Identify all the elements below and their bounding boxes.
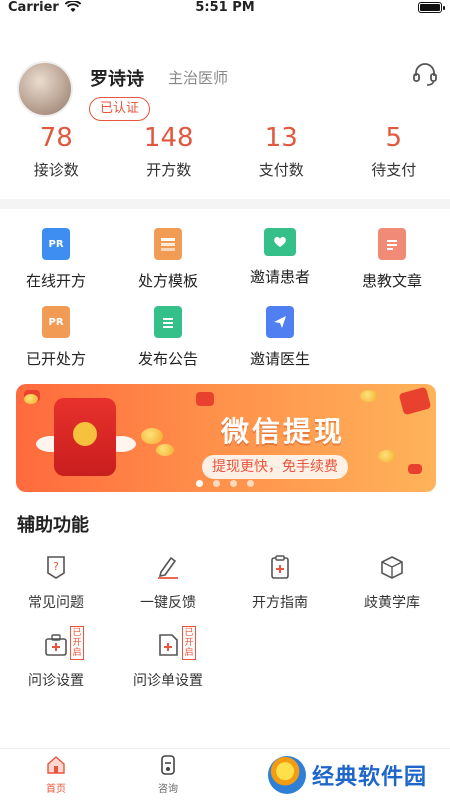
coin-decoration: [378, 450, 396, 462]
carousel-indicator: [196, 480, 254, 487]
stat-value: 5: [385, 123, 403, 153]
carousel-dot[interactable]: [247, 480, 254, 487]
watermark-logo-icon: [268, 756, 306, 794]
stat-value: 78: [39, 123, 73, 153]
feature-online-prescription[interactable]: PR 在线开方: [0, 228, 112, 291]
form-settings-icon: [159, 634, 178, 656]
stat-label: 待支付: [371, 161, 417, 179]
faq-icon: ?: [47, 556, 65, 579]
svg-text:?: ?: [53, 560, 59, 573]
red-envelope-decoration: [398, 386, 432, 416]
red-packet-illustration: [54, 398, 116, 476]
avatar[interactable]: [17, 61, 73, 117]
library-icon: [381, 556, 403, 579]
tool-label: 开方指南: [252, 595, 308, 611]
doctor-title: 主治医师: [168, 69, 229, 87]
feature-invite-patient[interactable]: 邀请患者: [224, 228, 336, 291]
feature-grid-row-1: PR 在线开方 处方模板 邀请患者 患教文章: [0, 228, 450, 291]
tab-home[interactable]: 首页: [0, 749, 112, 800]
wifi-icon: [64, 1, 81, 12]
tool-form-settings[interactable]: 已开启 问诊单设置: [112, 626, 224, 690]
feature-label: 处方模板: [137, 272, 198, 290]
prescription-icon: PR: [42, 228, 70, 260]
feature-invite-doctor[interactable]: 邀请医生: [224, 306, 336, 369]
tool-feedback[interactable]: 一键反馈: [112, 554, 224, 612]
tool-consult-settings[interactable]: 已开启 问诊设置: [0, 626, 112, 690]
tab-label: 首页: [46, 784, 66, 795]
stat-value: 13: [264, 123, 298, 153]
withdraw-banner[interactable]: 微信提现 提现更快，免手续费: [16, 384, 436, 492]
doctor-name: 罗诗诗: [90, 69, 144, 90]
profile-header: 罗诗诗 主治医师 已认证: [0, 14, 450, 124]
carousel-dot[interactable]: [213, 480, 220, 487]
verified-badge: 已认证: [89, 97, 151, 121]
home-icon: [47, 756, 65, 774]
feature-publish-announcement[interactable]: 发布公告: [112, 306, 224, 369]
red-envelope-decoration: [408, 464, 422, 474]
feature-prescription-template[interactable]: 处方模板: [112, 228, 224, 291]
tool-label: 歧黄学库: [364, 595, 420, 611]
announcement-icon: [154, 306, 182, 338]
enabled-tag: 已开启: [70, 626, 84, 660]
stat-payments[interactable]: 13 支付数: [225, 123, 338, 180]
consult-icon: [161, 755, 175, 775]
banner-subtitle: 提现更快，免手续费: [202, 455, 348, 479]
guide-icon: [271, 555, 289, 579]
watermark-text: 经典软件园: [312, 765, 428, 790]
article-icon: [378, 228, 406, 260]
feedback-icon: [158, 556, 178, 579]
carrier-label: Carrier: [8, 0, 59, 15]
stat-prescriptions[interactable]: 148 开方数: [113, 123, 226, 180]
tool-prescription-guide[interactable]: 开方指南: [224, 554, 336, 612]
feature-patient-education[interactable]: 患教文章: [336, 228, 448, 291]
invite-patient-icon: [264, 228, 296, 256]
feature-label: 在线开方: [25, 272, 86, 290]
feature-label: 已开处方: [25, 350, 86, 368]
watermark: 经典软件园: [268, 756, 427, 794]
tool-faq[interactable]: ? 常见问题: [0, 554, 112, 612]
issued-prescription-icon: PR: [42, 306, 70, 338]
carousel-dot[interactable]: [230, 480, 237, 487]
tool-label: 问诊单设置: [133, 673, 203, 689]
feature-grid-row-2: PR 已开处方 发布公告 邀请医生: [0, 306, 450, 369]
red-envelope-decoration: [196, 392, 214, 406]
stat-label: 开方数: [146, 161, 192, 179]
enabled-tag: 已开启: [182, 626, 196, 660]
feature-label: 患教文章: [361, 272, 422, 290]
headset-icon[interactable]: [412, 61, 438, 87]
stat-consultations[interactable]: 78 接诊数: [0, 123, 113, 180]
tab-consult[interactable]: 咨询: [112, 749, 224, 800]
tool-label: 常见问题: [28, 595, 84, 611]
tool-label: 一键反馈: [140, 595, 196, 611]
tool-library[interactable]: 歧黄学库: [336, 554, 448, 612]
consult-settings-icon: [45, 634, 67, 656]
carousel-dot[interactable]: [196, 480, 203, 487]
template-icon: [154, 228, 182, 260]
aux-section-title: 辅助功能: [17, 515, 89, 536]
feature-label: 邀请患者: [249, 268, 310, 286]
stat-pending-payments[interactable]: 5 待支付: [338, 123, 450, 180]
tool-grid-row-1: ? 常见问题 一键反馈 开方指南 歧黄学库: [0, 554, 450, 612]
status-left: Carrier: [8, 0, 81, 15]
feature-issued-prescriptions[interactable]: PR 已开处方: [0, 306, 112, 369]
coin-decoration: [141, 428, 163, 444]
tool-grid-row-2: 已开启 问诊设置 已开启 问诊单设置: [0, 626, 450, 690]
stats-row: 78 接诊数 148 开方数 13 支付数 5 待支付: [0, 123, 450, 180]
tool-label: 问诊设置: [28, 673, 84, 689]
feature-label: 发布公告: [137, 350, 198, 368]
coin-decoration: [24, 394, 38, 404]
stat-value: 148: [143, 123, 194, 153]
stat-label: 支付数: [258, 161, 304, 179]
coin-decoration: [156, 444, 174, 456]
feature-label: 邀请医生: [249, 350, 310, 368]
coin-decoration: [360, 390, 378, 402]
tab-label: 咨询: [158, 784, 178, 795]
section-divider: [0, 199, 450, 209]
battery-icon: [418, 1, 445, 13]
stat-label: 接诊数: [33, 161, 79, 179]
invite-doctor-icon: [266, 306, 294, 338]
banner-title: 微信提现: [221, 415, 346, 448]
status-bar: Carrier: [0, 0, 450, 15]
